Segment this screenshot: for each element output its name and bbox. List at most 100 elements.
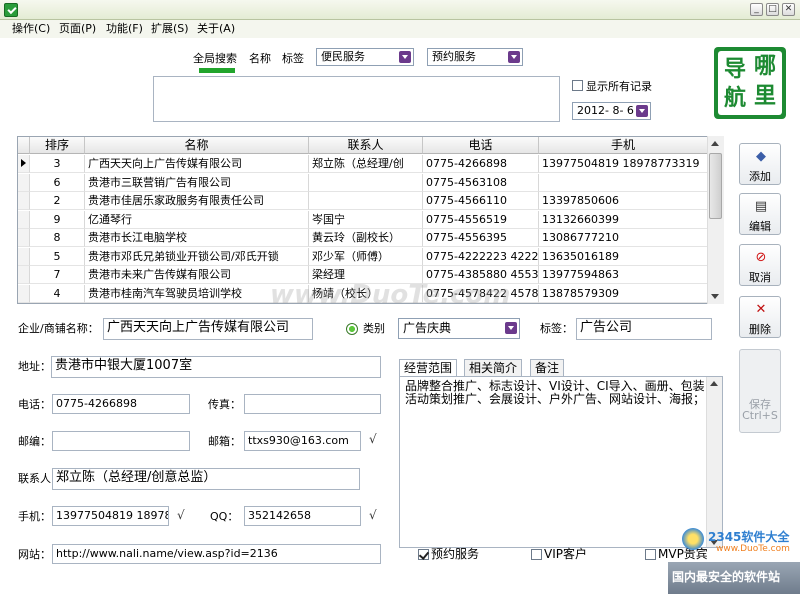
menu-page[interactable]: 页面(P) <box>59 21 96 36</box>
tag-label: 标签： <box>540 322 573 335</box>
show-all-checkbox[interactable] <box>572 80 583 91</box>
table-cell-order: 9 <box>30 210 85 229</box>
table-cell-mobile: 13977594863 <box>539 266 708 284</box>
mvp-checkbox[interactable] <box>645 549 656 560</box>
title-bar <box>0 0 800 20</box>
app-icon <box>4 3 18 17</box>
address-field[interactable]: 贵港市中银大厦1007室 <box>51 356 381 378</box>
table-cell-order: 5 <box>30 247 85 266</box>
delete-icon: ✕ <box>755 302 767 317</box>
cancel-icon: ⊘ <box>755 250 767 265</box>
zip-field[interactable] <box>52 431 190 451</box>
column-header[interactable]: 排序 <box>30 137 85 154</box>
fax-field[interactable] <box>244 394 381 414</box>
save-button[interactable]: 保存 Ctrl+S <box>739 349 781 433</box>
category-radio[interactable] <box>346 323 358 335</box>
table-cell-name: 贵港市邓氏兄弟锁业开锁公司/邓氏开锁 <box>85 247 309 266</box>
vip-checkbox[interactable] <box>531 549 542 560</box>
scroll-down-icon[interactable] <box>711 294 719 299</box>
table-cell-name: 贵港市长江电脑学校 <box>85 229 309 247</box>
scroll-up-icon[interactable] <box>711 141 719 146</box>
brand-name: 2345软件大全 <box>708 530 790 544</box>
table-cell-name: 广西天天向上广告传媒有限公司 <box>85 155 309 173</box>
tab-global-search[interactable]: 全局搜索 <box>193 50 237 66</box>
menu-function[interactable]: 功能(F) <box>106 21 143 36</box>
table-cell-contact: 岑国宁 <box>309 210 423 229</box>
table-row[interactable]: 9 亿通琴行 岑国宁 0775-4556519 13132660399 <box>18 210 708 229</box>
table-cell-mobile: 13397850606 <box>539 192 708 210</box>
scroll-up-icon[interactable] <box>710 381 718 386</box>
row-indicator <box>18 173 30 192</box>
search-input[interactable] <box>153 76 560 122</box>
table-cell-contact <box>309 173 423 192</box>
table-scroll-thumb[interactable] <box>709 153 722 219</box>
scope-scrollbar[interactable] <box>706 377 722 547</box>
minimize-button[interactable]: _ <box>750 3 763 16</box>
tab-name-search[interactable]: 名称 <box>249 50 271 66</box>
add-button[interactable]: ◆ 添加 <box>739 143 781 185</box>
tab-business-scope[interactable]: 经营范围 <box>399 359 458 377</box>
close-button[interactable]: ✕ <box>782 3 795 16</box>
table-cell-mobile: 13086777210 <box>539 229 708 247</box>
add-record-icon: ◆ <box>756 149 766 164</box>
active-tab-indicator <box>199 68 235 73</box>
edit-button[interactable]: ▤ 编辑 <box>739 193 781 235</box>
table-cell-order: 4 <box>30 284 85 303</box>
tab-tag-search[interactable]: 标签 <box>282 50 304 66</box>
table-row[interactable]: 2 贵港市佳居乐家政服务有限责任公司 0775-4566110 13397850606 <box>18 192 708 210</box>
tag-field[interactable]: 广告公司 <box>576 318 712 340</box>
table-cell-phone: 0775-4556519 <box>423 210 539 229</box>
chevron-down-icon <box>636 105 648 117</box>
column-header[interactable]: 电话 <box>423 137 539 154</box>
zip-label: 邮编： <box>18 435 51 448</box>
column-header[interactable]: 联系人 <box>309 137 423 154</box>
table-cell-contact: 黄云玲（副校长） <box>309 229 423 247</box>
table-row[interactable]: 6 贵港市三联营销广告有限公司 0775-4563108 <box>18 173 708 192</box>
category-combo[interactable]: 广告庆典 <box>398 318 520 339</box>
current-row-icon <box>21 159 26 167</box>
table-cell-name: 亿通琴行 <box>85 210 309 229</box>
watermark: www.DuoTe.com <box>270 280 511 310</box>
email-field[interactable]: ttxs930@163.com <box>244 431 361 451</box>
maximize-button[interactable]: □ <box>766 3 779 16</box>
row-indicator <box>18 210 30 229</box>
mobile-field[interactable]: 13977504819 18978773319 <box>52 506 169 526</box>
table-cell-mobile <box>539 173 708 192</box>
row-indicator <box>18 284 30 303</box>
tab-notes[interactable]: 备注 <box>530 359 565 376</box>
brand-slogan: 国内最安全的软件站 <box>672 570 781 584</box>
column-header[interactable]: 名称 <box>85 137 309 154</box>
table-cell-order: 7 <box>30 266 85 284</box>
document-edit-icon: ▤ <box>754 199 768 214</box>
company-field[interactable]: 广西天天向上广告传媒有限公司 <box>103 318 313 340</box>
table-cell-mobile: 13878579309 <box>539 284 708 303</box>
column-header[interactable]: 手机 <box>539 137 708 154</box>
company-label: 企业/商铺名称： <box>18 322 99 335</box>
logo-char: 导 <box>723 56 746 82</box>
menu-extend[interactable]: 扩展(S) <box>151 21 189 36</box>
qq-valid-icon: √ <box>369 508 377 522</box>
date-picker[interactable]: 2012- 8- 6 <box>572 102 651 120</box>
email-valid-icon: √ <box>369 432 377 446</box>
table-row[interactable]: 3 广西天天向上广告传媒有限公司 郑立陈（总经理/创 0775-4266898 1397… <box>18 155 708 173</box>
service-combo[interactable]: 便民服务 <box>316 48 414 66</box>
menu-operate[interactable]: 操作(C) <box>12 21 50 36</box>
website-field[interactable]: http://www.nali.name/view.asp?id=2136 <box>52 544 381 564</box>
cancel-button[interactable]: ⊘ 取消 <box>739 244 781 286</box>
row-indicator <box>18 192 30 210</box>
menu-about[interactable]: 关于(A) <box>197 21 235 36</box>
contact-field[interactable]: 郑立陈（总经理/创意总监） <box>52 468 360 490</box>
qq-field[interactable]: 352142658 <box>244 506 361 526</box>
table-cell-phone: 0775-4563108 <box>423 173 539 192</box>
table-cell-name: 贵港市佳居乐家政服务有限责任公司 <box>85 192 309 210</box>
phone-field[interactable]: 0775-4266898 <box>52 394 190 414</box>
business-scope-textarea[interactable]: 品牌整合推广、标志设计、VI设计、CI导入、画册、包装； 活动策划推广、会展设计… <box>399 376 723 548</box>
table-cell-order: 2 <box>30 192 85 210</box>
delete-button[interactable]: ✕ 删除 <box>739 296 781 338</box>
table-row[interactable]: 8 贵港市长江电脑学校 黄云玲（副校长） 0775-4556395 1308677721… <box>18 229 708 247</box>
table-row[interactable]: 5 贵港市邓氏兄弟锁业开锁公司/邓氏开锁 邓少军（师傅） 0775-4222223 4… <box>18 247 708 266</box>
row-indicator <box>18 247 30 266</box>
booking-checkbox[interactable] <box>418 549 429 560</box>
tab-introduction[interactable]: 相关简介 <box>464 359 523 376</box>
booking-combo[interactable]: 预约服务 <box>427 48 523 66</box>
